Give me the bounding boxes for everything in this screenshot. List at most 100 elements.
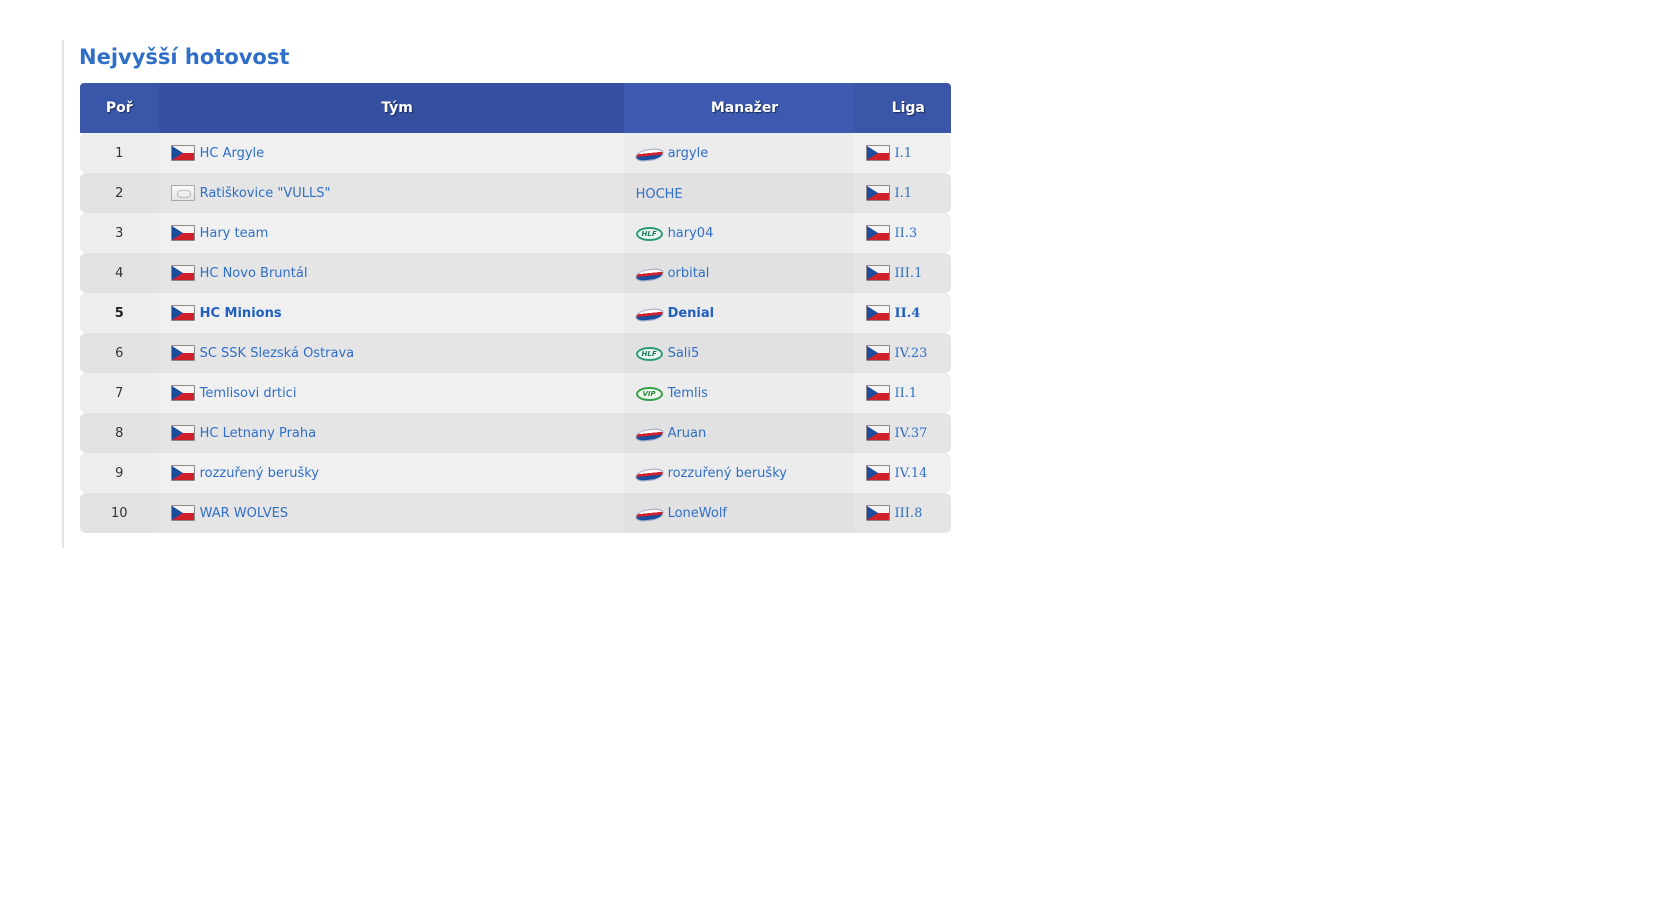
rank-cell: 5 — [80, 293, 159, 333]
league-link[interactable]: IV.14 — [895, 466, 928, 481]
ranking-panel: Nejvyšší hotovost Poř Tým Manažer Liga 1… — [62, 40, 956, 548]
manager-link[interactable]: Denial — [668, 306, 715, 321]
manager-link[interactable]: Aruan — [668, 426, 707, 441]
rank-cell: 7 — [80, 373, 159, 413]
team-cell-content: WAR WOLVES — [170, 493, 624, 533]
league-link[interactable]: II.3 — [895, 226, 918, 241]
table-row: 9 rozzuřený berušky rozzuřený berušky IV.14 — [80, 453, 951, 493]
team-link[interactable]: Hary team — [200, 226, 269, 241]
manager-cell-content: HOCHE — [636, 173, 854, 213]
table-row: 1 HC Argyle argyle I.1 — [80, 133, 951, 173]
cz-flag-icon — [865, 465, 890, 481]
league-link[interactable]: IV.23 — [895, 346, 928, 361]
manager-link[interactable]: argyle — [668, 146, 709, 161]
blank-flag-icon — [170, 185, 195, 201]
league-link[interactable]: III.1 — [895, 266, 923, 281]
rank-cell: 10 — [80, 493, 159, 533]
league-link[interactable]: II.4 — [895, 306, 921, 321]
team-cell-content: HC Letnany Praha — [170, 413, 624, 453]
team-cell: HC Novo Bruntál — [158, 253, 624, 293]
team-link[interactable]: rozzuřený berušky — [200, 466, 319, 481]
manager-link[interactable]: Sali5 — [668, 346, 700, 361]
cz-flag-icon — [865, 185, 890, 201]
header-team[interactable]: Tým — [158, 83, 624, 133]
league-cell-content: II.3 — [865, 213, 951, 253]
league-cell-content: IV.37 — [865, 413, 951, 453]
table-row: 2 Ratiškovice "VULLS" HOCHE I.1 — [80, 173, 951, 213]
league-link[interactable]: I.1 — [895, 146, 913, 161]
manager-cell-content: VIP Temlis — [635, 373, 854, 413]
team-link[interactable]: Temlisovi drtici — [200, 386, 297, 401]
vip-badge-icon: VIP — [635, 387, 663, 401]
rank-cell: 8 — [80, 413, 159, 453]
cz-flag-icon — [170, 425, 195, 441]
stripe-badge-icon — [633, 427, 665, 442]
manager-link[interactable]: rozzuřený berušky — [668, 466, 787, 481]
team-link[interactable]: HC Letnany Praha — [200, 426, 317, 441]
manager-link[interactable]: hary04 — [668, 226, 714, 241]
cz-flag-icon — [865, 265, 890, 281]
league-cell: II.1 — [853, 373, 951, 413]
manager-cell: HLF hary04 — [623, 213, 854, 253]
manager-link[interactable]: orbital — [668, 266, 710, 281]
league-cell-content: II.4 — [865, 293, 951, 333]
manager-link[interactable]: Temlis — [668, 386, 708, 401]
manager-cell-content: HLF hary04 — [635, 213, 854, 253]
cz-flag-icon — [170, 265, 195, 281]
manager-link[interactable]: HOCHE — [636, 187, 683, 202]
cz-flag-icon — [865, 225, 890, 241]
cz-flag-icon — [170, 385, 195, 401]
team-cell: HC Minions — [158, 293, 624, 333]
cz-flag-icon — [170, 345, 195, 361]
league-cell: I.1 — [853, 173, 951, 213]
league-cell: IV.37 — [853, 413, 951, 453]
team-cell-content: HC Argyle — [170, 133, 624, 173]
league-cell-content: IV.14 — [865, 453, 951, 493]
cz-flag-icon — [865, 345, 890, 361]
team-link[interactable]: HC Minions — [200, 306, 282, 321]
league-cell-content: III.1 — [865, 253, 951, 293]
table-row: 7 Temlisovi drtici VIP Temlis II.1 — [80, 373, 951, 413]
team-cell-content: HC Minions — [170, 293, 624, 333]
team-cell-content: HC Novo Bruntál — [170, 253, 624, 293]
manager-cell-content: HLF Sali5 — [635, 333, 854, 373]
stripe-badge-icon — [633, 267, 665, 282]
manager-cell-content: argyle — [633, 133, 854, 173]
league-cell: II.3 — [853, 213, 951, 253]
header-rank[interactable]: Poř — [80, 83, 159, 133]
league-link[interactable]: I.1 — [895, 186, 913, 201]
team-link[interactable]: HC Novo Bruntál — [200, 266, 308, 281]
stripe-badge-icon — [633, 467, 665, 482]
cz-flag-icon — [865, 425, 890, 441]
team-link[interactable]: SC SSK Slezská Ostrava — [200, 346, 355, 361]
manager-cell: HLF Sali5 — [623, 333, 854, 373]
cz-flag-icon — [170, 465, 195, 481]
manager-cell: Denial — [623, 293, 854, 333]
manager-cell-content: LoneWolf — [633, 493, 854, 533]
league-cell: IV.14 — [853, 453, 951, 493]
cz-flag-icon — [865, 145, 890, 161]
league-cell-content: III.8 — [865, 493, 951, 533]
header-manager[interactable]: Manažer — [623, 83, 854, 133]
league-link[interactable]: IV.37 — [895, 426, 928, 441]
team-cell: Temlisovi drtici — [158, 373, 624, 413]
team-cell: rozzuřený berušky — [158, 453, 624, 493]
cz-flag-icon — [170, 505, 195, 521]
manager-link[interactable]: LoneWolf — [668, 506, 727, 521]
team-cell-content: SC SSK Slezská Ostrava — [170, 333, 624, 373]
manager-cell: argyle — [623, 133, 854, 173]
team-link[interactable]: Ratiškovice "VULLS" — [200, 186, 331, 201]
team-cell: Ratiškovice "VULLS" — [158, 173, 624, 213]
stripe-badge-icon — [633, 507, 665, 522]
league-link[interactable]: III.8 — [895, 506, 923, 521]
team-link[interactable]: HC Argyle — [200, 146, 265, 161]
cz-flag-icon — [170, 225, 195, 241]
league-link[interactable]: II.1 — [895, 386, 918, 401]
stripe-badge-icon — [633, 147, 665, 162]
manager-cell: LoneWolf — [623, 493, 854, 533]
team-link[interactable]: WAR WOLVES — [200, 506, 288, 521]
team-cell-content: rozzuřený berušky — [170, 453, 624, 493]
header-league[interactable]: Liga — [853, 83, 951, 133]
table-row: 3 Hary team HLF hary04 II.3 — [80, 213, 951, 253]
table-row: 6 SC SSK Slezská Ostrava HLF Sali5 IV.23 — [80, 333, 951, 373]
